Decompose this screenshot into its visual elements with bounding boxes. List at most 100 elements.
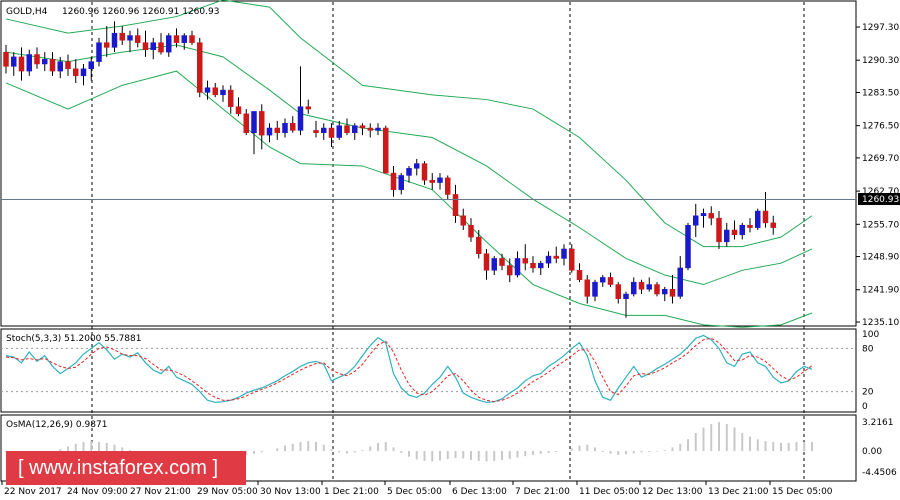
candle-body: [770, 222, 776, 228]
band-upper: [5, 0, 813, 248]
candle-body: [127, 35, 133, 41]
ohlc-readout: 1260.96 1260.96 1260.91 1260.93: [62, 7, 219, 17]
candle-body: [677, 267, 683, 297]
candle-body: [421, 163, 428, 181]
time-tick-label: 29 Nov 05:00: [197, 487, 258, 497]
candle-body: [755, 210, 761, 228]
candle-body: [18, 56, 25, 72]
price-tick-label: 1269.70: [862, 154, 899, 164]
candle-body: [654, 284, 660, 295]
candle-body: [375, 127, 381, 131]
stoch-axis: 100 80 20 0: [862, 330, 879, 412]
price-axis: 1297.301290.301283.501276.501269.701262.…: [856, 23, 899, 328]
candle-body: [615, 284, 621, 300]
candle-body: [669, 289, 676, 297]
osma-tick-label: 3.2161: [862, 418, 894, 428]
stochastic-layer: [1, 334, 856, 404]
candle-body: [499, 258, 505, 266]
current-price-value: 1260.93: [862, 195, 899, 205]
time-tick-label: 30 Nov 13:00: [260, 487, 321, 497]
candle-body: [739, 224, 745, 235]
candle-body: [173, 35, 180, 43]
candle-body: [359, 125, 366, 129]
price-tick-label: 1235.10: [862, 318, 899, 328]
price-tick-label: 1297.30: [862, 23, 899, 33]
stoch-signal-line: [5, 337, 813, 403]
candle-body: [731, 229, 738, 235]
candle-body: [73, 68, 79, 77]
time-tick-label: 5 Dec 05:00: [387, 487, 442, 497]
candle-body: [414, 163, 420, 169]
candle-body: [530, 262, 536, 269]
candle-body: [383, 127, 389, 174]
candle-body: [266, 127, 273, 136]
candle-body: [507, 265, 513, 276]
candle-body: [483, 253, 490, 271]
price-panel-frame: [0, 0, 857, 327]
band-middle: [5, 44, 813, 286]
candle-body: [344, 125, 350, 134]
candle-body: [584, 279, 590, 297]
stoch-label: Stoch(5,3,3) 51.2000 55.7881: [6, 334, 141, 344]
time-tick-label: 1 Dec 21:00: [324, 487, 379, 497]
candle-body: [708, 213, 714, 219]
candle-body: [700, 213, 707, 217]
candle-body: [468, 224, 474, 238]
candle-body: [142, 42, 149, 51]
candle-body: [166, 35, 172, 53]
candle-body: [646, 284, 652, 290]
stoch-tick-label: 100: [862, 330, 879, 340]
stoch-main-line: [5, 334, 813, 404]
candle-body: [592, 281, 598, 297]
candle-body: [34, 54, 40, 65]
candle-body: [638, 281, 645, 290]
candle-body: [181, 35, 187, 43]
candle-body: [297, 106, 304, 131]
candle-body: [158, 42, 164, 53]
time-tick-label: 12 Dec 13:00: [642, 487, 703, 497]
time-tick-label: 7 Dec 21:00: [515, 487, 570, 497]
time-tick-label: 6 Dec 13:00: [452, 487, 507, 497]
candle-body: [274, 127, 280, 134]
osma-axis: 3.2161 0.00 -4.4506: [862, 418, 897, 478]
candle-body: [336, 125, 342, 138]
candle-body: [235, 106, 242, 115]
candle-body: [96, 42, 102, 62]
candle-body: [452, 194, 459, 217]
stoch-tick-label: 0: [862, 402, 868, 412]
bollinger-bands: [5, 0, 813, 328]
time-tick-label: 22 Nov 2017: [4, 487, 62, 497]
osma-tick-label: 0.00: [862, 447, 882, 457]
candle-body: [367, 127, 373, 131]
candle-body: [390, 172, 397, 190]
candle-body: [476, 236, 482, 254]
candle-body: [460, 215, 466, 226]
candle-body: [352, 125, 358, 134]
candle-body: [243, 113, 249, 134]
candle-body: [313, 130, 319, 134]
candle-body: [576, 270, 583, 281]
candle-body: [600, 277, 606, 283]
candle-body: [3, 51, 9, 67]
candle-body: [538, 262, 544, 269]
candle-body: [561, 248, 567, 259]
candle-body: [49, 59, 56, 72]
instaforex-watermark[interactable]: [ www.instaforex.com ]: [6, 451, 246, 485]
candle-body: [328, 127, 335, 138]
candle-body: [11, 56, 17, 67]
candle-body: [150, 42, 156, 51]
candle-body: [662, 289, 668, 295]
candle-body: [545, 255, 552, 264]
candle-body: [88, 61, 94, 69]
candle-body: [569, 248, 575, 271]
candle-body: [685, 224, 691, 269]
candle-body: [747, 224, 753, 228]
current-price-badge: 1260.93: [858, 193, 900, 205]
symbol-label: GOLD,H4: [6, 7, 48, 17]
candle-body: [42, 59, 48, 65]
candle-body: [119, 32, 125, 41]
candle-body: [111, 32, 118, 48]
time-tick-label: 13 Dec 21:00: [708, 487, 769, 497]
candle-body: [716, 217, 722, 243]
candle-body: [445, 177, 451, 195]
